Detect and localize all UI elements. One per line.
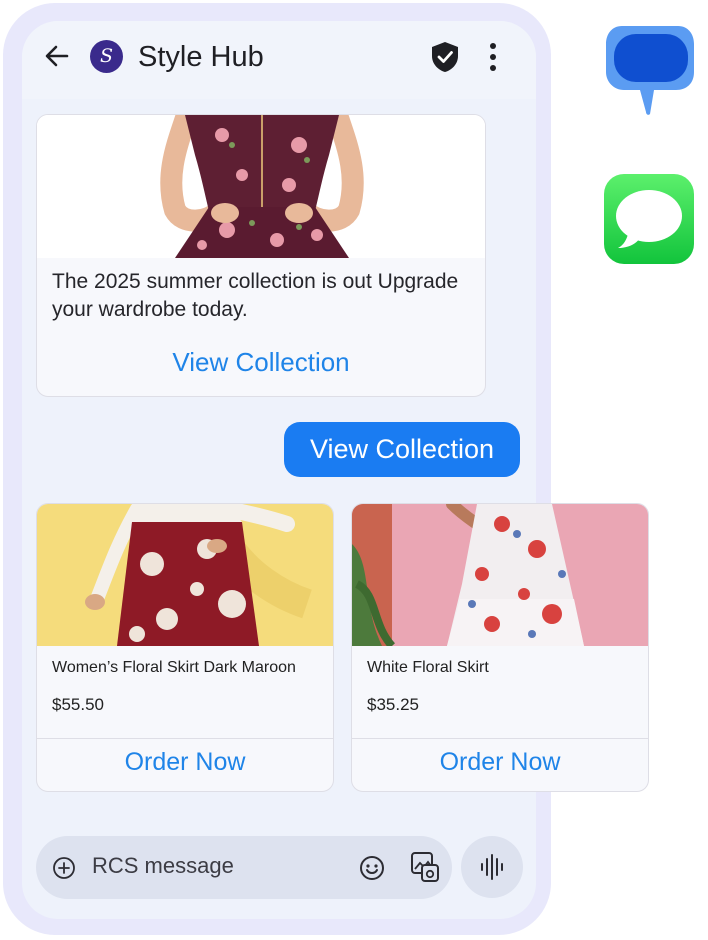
sent-message-bubble: View Collection (284, 422, 520, 477)
card-divider (37, 738, 333, 739)
promo-rich-card: The 2025 summer collection is out Upgrad… (36, 114, 486, 397)
product-name: White Floral Skirt (367, 659, 489, 676)
gallery-icon[interactable] (410, 851, 440, 883)
emoji-icon[interactable] (359, 855, 385, 881)
chat-header: S Style Hub (22, 21, 536, 99)
arrow-left-icon[interactable] (42, 41, 72, 71)
page-title: Style Hub (138, 41, 264, 73)
view-collection-button[interactable]: View Collection (37, 347, 485, 378)
product-card-maroon-skirt: Women’s Floral Skirt Dark Maroon $55.50 … (36, 503, 334, 792)
shield-check-icon[interactable] (429, 40, 461, 74)
white-floral-skirt-image (352, 504, 648, 646)
imessage-icon (604, 174, 694, 264)
message-input[interactable]: RCS message (92, 853, 234, 879)
avatar[interactable]: S (90, 40, 123, 73)
product-name: Women’s Floral Skirt Dark Maroon (52, 659, 296, 676)
card-divider (352, 738, 648, 739)
promo-text: The 2025 summer collection is out Upgrad… (52, 270, 459, 321)
order-now-button[interactable]: Order Now (37, 748, 333, 777)
waveform-icon (481, 854, 503, 880)
order-now-button[interactable]: Order Now (352, 748, 648, 777)
message-composer: RCS message (36, 836, 452, 899)
more-vertical-icon[interactable] (481, 41, 505, 73)
product-price: $55.50 (52, 695, 104, 714)
product-card-white-skirt: White Floral Skirt $35.25 Order Now (351, 503, 649, 792)
google-messages-icon (606, 26, 694, 115)
dress-model-image (37, 115, 485, 258)
add-circle-icon[interactable] (52, 856, 76, 880)
maroon-skirt-image (37, 504, 333, 646)
product-price: $35.25 (367, 695, 419, 714)
voice-input-button[interactable] (461, 836, 523, 898)
